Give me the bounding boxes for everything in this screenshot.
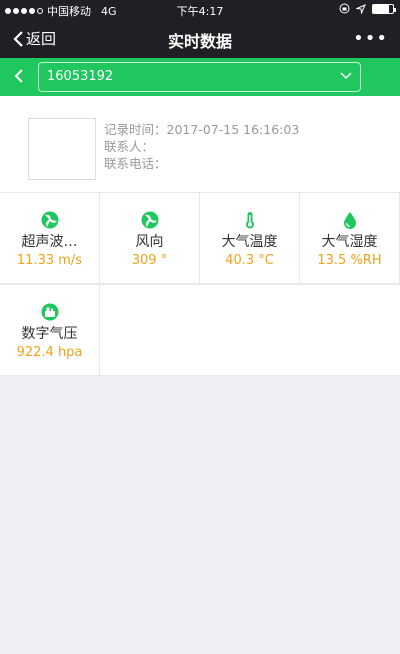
sensor-name: 超声波… [21, 234, 78, 250]
lock-rotation-icon [339, 3, 350, 14]
sensor-card[interactable]: 数字气压 922.4 hpa [0, 284, 100, 376]
battery-icon [372, 3, 396, 14]
sensor-name: 风向 [135, 234, 164, 250]
more-button[interactable]: ••• [353, 28, 388, 49]
record-time-value: 2017-07-15 16:16:03 [166, 122, 300, 137]
pressure-icon [41, 303, 59, 321]
sensor-name: 大气湿度 [321, 234, 378, 250]
thermometer-icon [246, 212, 254, 229]
sensor-value: 11.33 m/s [16, 253, 83, 268]
phone-label: 联系电话： [104, 156, 167, 171]
sensor-card[interactable]: 超声波… 11.33 m/s [0, 192, 100, 284]
status-right [339, 3, 396, 14]
device-select-value: 16053192 [47, 69, 114, 84]
device-bar: 16053192 [0, 58, 400, 96]
nav-bar: 返回 实时数据 ••• [0, 20, 400, 58]
fan-icon [141, 211, 159, 229]
chevron-left-icon [14, 69, 23, 83]
page-title: 实时数据 [167, 32, 232, 51]
droplet-icon [344, 212, 356, 229]
sensor-value: 922.4 hpa [16, 345, 83, 360]
device-info: 记录时间：2017-07-15 16:16:03 联系人： 联系电话： [0, 96, 400, 192]
fan-icon [41, 211, 59, 229]
sensor-value: 309 ° [131, 253, 168, 268]
sensor-value: 13.5 %RH [317, 253, 382, 268]
status-bar: 中国移动 4G 下午4:17 [0, 0, 400, 20]
sensor-card[interactable]: 大气湿度 13.5 %RH [300, 192, 400, 284]
record-time-label: 记录时间： [104, 122, 167, 137]
info-lines: 记录时间：2017-07-15 16:16:03 联系人： 联系电话： [104, 121, 299, 172]
empty-cell [100, 284, 400, 376]
chevron-down-icon [340, 72, 352, 80]
contact-label: 联系人： [104, 139, 155, 154]
sensor-card[interactable]: 大气温度 40.3 °C [200, 192, 300, 284]
sensor-name: 数字气压 [21, 326, 78, 342]
sensor-card[interactable]: 风向 309 ° [100, 192, 200, 284]
prev-button[interactable] [14, 68, 24, 88]
device-photo [28, 118, 96, 180]
sensor-name: 大气温度 [221, 234, 278, 250]
location-icon [356, 3, 366, 14]
device-select[interactable]: 16053192 [38, 62, 361, 92]
record-time-row: 记录时间：2017-07-15 16:16:03 [104, 121, 299, 138]
sensor-value: 40.3 °C [225, 253, 274, 268]
